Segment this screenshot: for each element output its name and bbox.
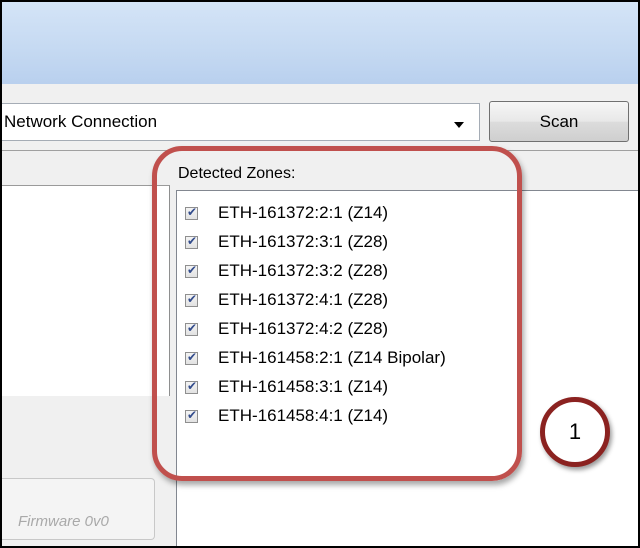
connection-select-value: Network Connection	[4, 112, 158, 131]
chevron-down-icon[interactable]	[454, 122, 464, 128]
window-frame: Network Connection Scan Firmware 0v0 Det…	[0, 0, 640, 548]
callout-badge: 1	[540, 397, 610, 467]
scan-button[interactable]: Scan	[489, 101, 629, 142]
firmware-button[interactable]: Firmware 0v0	[2, 478, 155, 540]
highlight-annotation	[152, 146, 522, 481]
firmware-button-label: Firmware 0v0	[18, 513, 109, 530]
connection-select[interactable]: Network Connection	[2, 103, 480, 141]
title-bar	[2, 2, 638, 84]
